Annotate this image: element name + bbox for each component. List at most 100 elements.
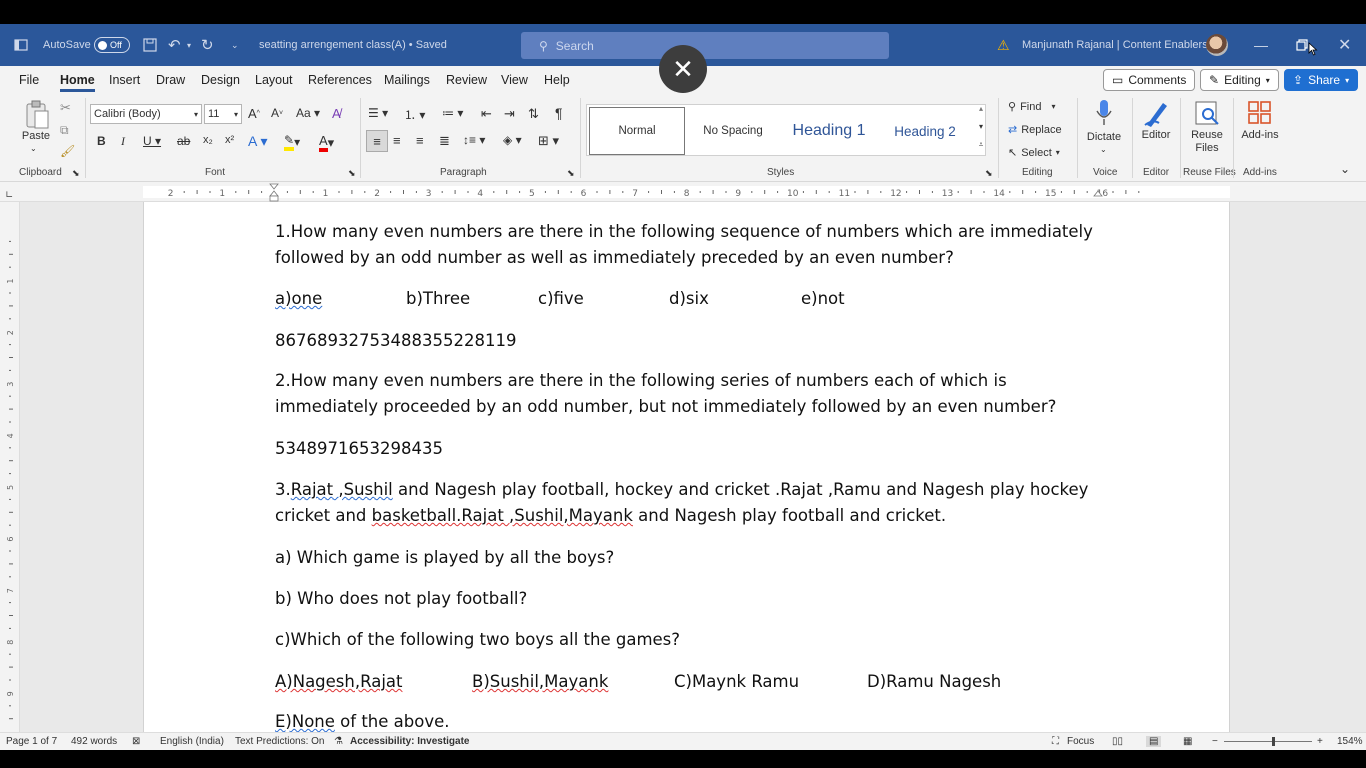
horizontal-ruler[interactable]: ∟ 2 1 1 2 3 4 5 6 7 8 9 10 11 12 13 14 15 16 xyxy=(0,182,1366,202)
language[interactable]: English (India) xyxy=(160,736,224,747)
tab-design[interactable]: Design xyxy=(201,73,240,87)
user-name[interactable]: Manjunath Rajanal | Content Enablers xyxy=(1022,24,1208,66)
zoom-out-icon[interactable]: − xyxy=(1212,736,1218,747)
tab-home[interactable]: Home xyxy=(60,73,95,92)
subscript-icon[interactable]: x₂ xyxy=(203,134,213,146)
customize-qat-icon[interactable]: ⌄ xyxy=(231,24,239,66)
zoom-in-icon[interactable]: + xyxy=(1317,736,1323,747)
font-color-icon[interactable]: A ▾ xyxy=(319,133,334,152)
focus-mode[interactable]: Focus xyxy=(1067,736,1094,747)
tab-layout[interactable]: Layout xyxy=(255,73,293,87)
format-painter-icon[interactable]: 🖌 xyxy=(60,144,75,158)
undo-icon[interactable]: ↶ xyxy=(168,24,181,66)
shrink-font-icon[interactable]: A ˅ xyxy=(271,106,283,120)
italic-icon[interactable]: I xyxy=(121,134,125,149)
clipboard-launcher-icon[interactable]: ⬊ xyxy=(72,168,80,179)
proofing-icon[interactable]: ⊠ xyxy=(132,736,140,747)
text-effects-icon[interactable]: A ▾ xyxy=(248,133,267,150)
cut-icon[interactable]: ✂ xyxy=(60,100,71,116)
decrease-indent-icon[interactable]: ⇤ xyxy=(481,106,492,122)
change-case-icon[interactable]: Aa ▾ xyxy=(296,106,320,120)
show-formatting-icon[interactable]: ¶ xyxy=(555,105,563,121)
sort-icon[interactable]: ⇅ xyxy=(528,106,539,122)
font-launcher-icon[interactable]: ⬊ xyxy=(348,168,356,179)
avatar[interactable] xyxy=(1206,34,1228,56)
page-count[interactable]: Page 1 of 7 xyxy=(6,736,57,747)
styles-more-icon[interactable]: ⩡ xyxy=(975,140,987,150)
accessibility-status[interactable]: Accessibility: Investigate xyxy=(350,736,470,747)
clear-formatting-icon[interactable]: A̸ xyxy=(332,106,341,121)
reuse-files-icon[interactable] xyxy=(1193,98,1221,128)
overlay-close-button[interactable]: ✕ xyxy=(659,45,707,93)
editor-button[interactable]: Editor xyxy=(1134,129,1178,141)
comments-button[interactable]: ▭ Comments xyxy=(1103,69,1196,91)
text-predictions[interactable]: Text Predictions: On xyxy=(235,736,324,747)
tab-view[interactable]: View xyxy=(501,73,528,87)
borders-icon[interactable]: ⊞ ▾ xyxy=(538,133,559,149)
save-icon[interactable] xyxy=(143,24,157,66)
search-box[interactable]: ⚲ Search xyxy=(521,32,889,59)
vertical-ruler[interactable]: 1 2 3 4 5 6 7 8 9 xyxy=(0,202,20,732)
grow-font-icon[interactable]: A ^ xyxy=(248,106,260,121)
font-name-combo[interactable]: Calibri (Body) ▾ xyxy=(90,104,202,124)
copy-icon[interactable]: ⧉ xyxy=(60,123,69,138)
dictate-button[interactable]: Dictate xyxy=(1080,131,1128,143)
multilevel-list-icon[interactable]: ≔ ▾ xyxy=(442,106,463,120)
tab-mailings[interactable]: Mailings xyxy=(384,73,430,87)
style-heading-1[interactable]: Heading 1 xyxy=(781,107,877,155)
font-size-combo[interactable]: 11 ▾ xyxy=(204,104,242,124)
dictate-dropdown-icon[interactable]: ⌄ xyxy=(1100,145,1107,154)
highlight-icon[interactable]: ✎ ▾ xyxy=(284,133,300,151)
microphone-icon[interactable] xyxy=(1092,98,1116,128)
zoom-slider[interactable] xyxy=(1224,741,1312,742)
find-button[interactable]: ⚲ Find ▾ xyxy=(1008,100,1055,114)
superscript-icon[interactable]: x² xyxy=(225,134,234,146)
styles-scroll-up-icon[interactable]: ▴ xyxy=(975,104,987,113)
align-left-icon[interactable]: ≡ xyxy=(366,130,388,152)
autosave-toggle[interactable]: Off xyxy=(94,37,130,53)
app-icon[interactable] xyxy=(14,24,28,66)
warning-icon[interactable]: ⚠ xyxy=(997,24,1010,66)
tab-insert[interactable]: Insert xyxy=(109,73,140,87)
styles-launcher-icon[interactable]: ⬊ xyxy=(985,168,993,179)
increase-indent-icon[interactable]: ⇥ xyxy=(504,106,515,122)
bold-icon[interactable]: B xyxy=(97,134,106,148)
add-ins-icon[interactable] xyxy=(1246,98,1274,128)
paste-dropdown-icon[interactable]: ⌄ xyxy=(30,144,37,153)
read-mode-icon[interactable]: ▯▯ xyxy=(1112,736,1123,747)
bullets-icon[interactable]: ☰ ▾ xyxy=(368,106,388,120)
close-window-icon[interactable]: ✕ xyxy=(1338,24,1351,66)
paste-button[interactable]: Paste xyxy=(18,130,54,142)
strikethrough-icon[interactable]: ab xyxy=(177,134,190,148)
add-ins-button[interactable]: Add-ins xyxy=(1238,129,1282,141)
zoom-level[interactable]: 154% xyxy=(1337,736,1363,747)
minimize-icon[interactable]: — xyxy=(1254,24,1268,66)
line-spacing-icon[interactable]: ↕≡ ▾ xyxy=(463,133,485,147)
share-button[interactable]: ⇪ Share ▾ xyxy=(1284,69,1359,91)
style-heading-2[interactable]: Heading 2 xyxy=(879,107,971,155)
focus-icon[interactable]: ⛶ xyxy=(1052,736,1059,747)
tab-references[interactable]: References xyxy=(308,73,372,87)
style-no-spacing[interactable]: No Spacing xyxy=(687,107,779,155)
reuse-files-button[interactable]: Reuse Files xyxy=(1186,129,1228,155)
paragraph-launcher-icon[interactable]: ⬊ xyxy=(567,168,575,179)
accessibility-icon[interactable]: ⚗ xyxy=(334,736,343,747)
undo-dropdown-icon[interactable]: ▾ xyxy=(187,24,191,66)
tab-review[interactable]: Review xyxy=(446,73,487,87)
replace-button[interactable]: ⇄ Replace xyxy=(1008,123,1062,137)
zoom-slider-thumb[interactable] xyxy=(1272,737,1275,746)
styles-scroll-down-icon[interactable]: ▾ xyxy=(975,122,987,131)
tab-draw[interactable]: Draw xyxy=(156,73,185,87)
collapse-ribbon-icon[interactable]: ⌄ xyxy=(1340,162,1350,176)
word-count[interactable]: 492 words xyxy=(71,736,117,747)
select-button[interactable]: ↖ Select ▾ xyxy=(1008,146,1060,160)
align-center-icon[interactable]: ≡ xyxy=(393,133,401,148)
tab-file[interactable]: File xyxy=(19,73,39,87)
shading-icon[interactable]: ◈ ▾ xyxy=(503,133,522,147)
editing-mode-button[interactable]: ✎ Editing ▾ xyxy=(1200,69,1279,91)
editor-icon[interactable] xyxy=(1142,98,1170,128)
justify-icon[interactable]: ≣ xyxy=(439,133,450,149)
restore-icon[interactable] xyxy=(1296,24,1308,66)
style-normal[interactable]: Normal xyxy=(589,107,685,155)
underline-icon[interactable]: U ▾ xyxy=(143,134,161,148)
